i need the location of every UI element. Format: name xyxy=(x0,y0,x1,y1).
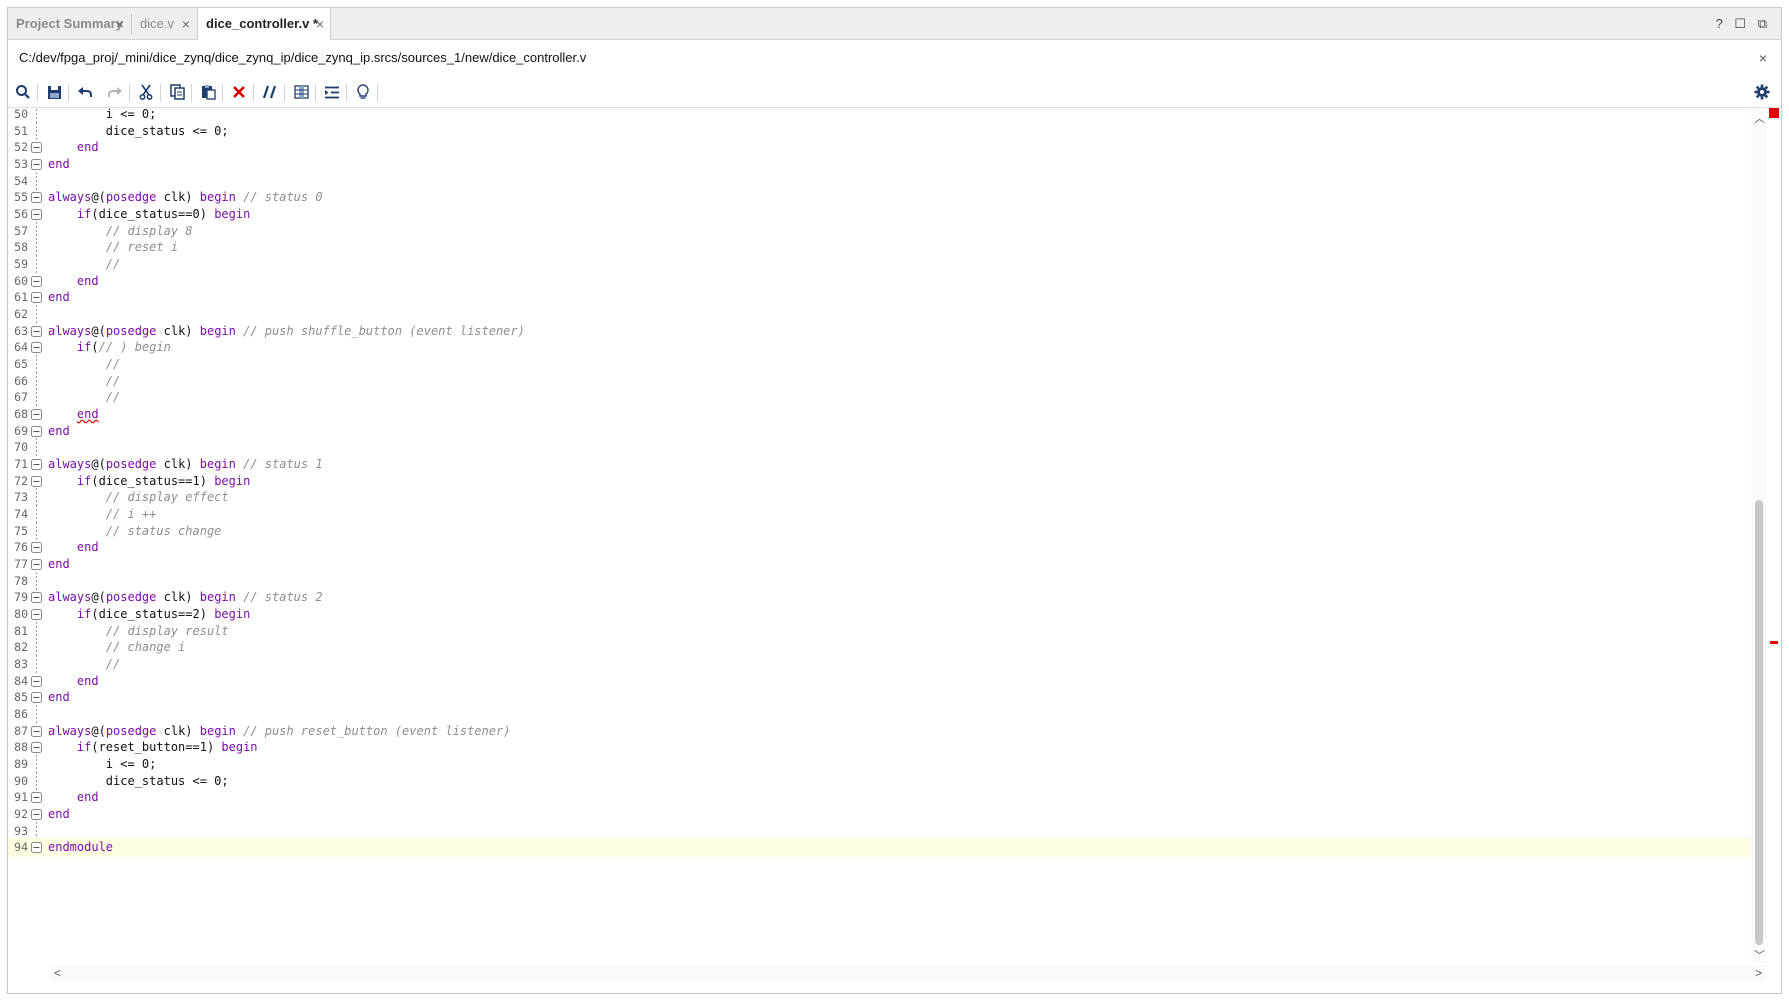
error-line-marker[interactable] xyxy=(1770,641,1778,644)
fold-toggle-icon[interactable] xyxy=(31,159,42,170)
fold-toggle-icon[interactable] xyxy=(31,792,42,804)
toolbar-separator xyxy=(160,84,161,102)
fold-toggle-icon[interactable] xyxy=(31,425,42,437)
toolbar-separator xyxy=(191,84,192,102)
fold-toggle-icon[interactable] xyxy=(31,342,42,354)
save-icon[interactable] xyxy=(43,81,65,103)
toolbar-separator xyxy=(253,84,254,102)
file-path-bar: C:/dev/fpga_proj/_mini/dice_zynq/dice_zy… xyxy=(8,40,1781,76)
scroll-left-icon[interactable]: < xyxy=(54,965,61,981)
fold-toggle-icon[interactable] xyxy=(31,809,42,821)
toolbar-separator xyxy=(222,84,223,102)
toolbar-separator xyxy=(129,84,130,102)
fold-toggle-icon[interactable] xyxy=(31,475,42,487)
toolbar-separator xyxy=(284,84,285,102)
tab-label: Project Summary xyxy=(16,16,123,31)
copy-icon[interactable] xyxy=(166,81,188,103)
scrollbar-thumb[interactable] xyxy=(1755,500,1763,945)
maximize-icon[interactable]: ☐ xyxy=(1734,8,1746,40)
help-icon[interactable]: ? xyxy=(1716,8,1723,40)
tab-dice-v[interactable]: dice.v × xyxy=(132,8,196,40)
fold-toggle-icon[interactable] xyxy=(31,275,42,287)
fold-toggle-icon[interactable] xyxy=(31,675,42,687)
toolbar-separator xyxy=(37,84,38,102)
file-path: C:/dev/fpga_proj/_mini/dice_zynq/dice_zy… xyxy=(19,50,587,65)
tab-dice-controller-v[interactable]: dice_controller.v * × xyxy=(197,8,331,40)
close-icon[interactable]: × xyxy=(316,8,324,40)
fold-toggle-icon[interactable] xyxy=(31,742,42,754)
code-text: endmodule xyxy=(48,840,114,855)
delete-icon[interactable] xyxy=(228,81,250,103)
indent-icon[interactable] xyxy=(321,81,343,103)
toolbar-separator xyxy=(315,84,316,102)
tab-bar: Project Summary × dice.v × dice_controll… xyxy=(8,8,1781,40)
column-select-icon[interactable] xyxy=(290,81,312,103)
toolbar-separator xyxy=(68,84,69,102)
scroll-up-icon[interactable]: ︿ xyxy=(1754,110,1765,126)
window-controls: ? ☐ ⧉ xyxy=(1708,8,1767,40)
cut-icon[interactable] xyxy=(135,81,157,103)
lightbulb-icon[interactable] xyxy=(352,81,374,103)
tab-label: dice_controller.v * xyxy=(206,16,318,31)
editor-window: Project Summary × dice.v × dice_controll… xyxy=(7,7,1782,994)
scroll-right-icon[interactable]: > xyxy=(1755,965,1762,981)
search-icon[interactable] xyxy=(12,81,34,103)
fold-toggle-icon[interactable] xyxy=(31,559,42,571)
tab-project-summary[interactable]: Project Summary × xyxy=(8,8,130,40)
gear-icon[interactable] xyxy=(1751,81,1773,103)
fold-toggle-icon[interactable] xyxy=(31,409,42,421)
close-icon[interactable]: × xyxy=(1759,40,1767,76)
code-line[interactable]: 94 endmodule xyxy=(8,838,1767,858)
scroll-down-icon[interactable]: ﹀ xyxy=(1754,947,1765,963)
fold-toggle-icon[interactable] xyxy=(31,192,42,204)
paste-icon[interactable] xyxy=(197,81,219,103)
vertical-scrollbar[interactable]: ︿ ﹀ xyxy=(1751,108,1767,963)
fold-toggle-icon[interactable] xyxy=(31,692,42,704)
tab-label: dice.v xyxy=(140,16,174,31)
horizontal-scrollbar[interactable]: < > xyxy=(50,965,1766,981)
close-icon[interactable]: × xyxy=(182,8,190,40)
close-icon[interactable]: × xyxy=(116,8,124,40)
toolbar-separator xyxy=(346,84,347,102)
fold-toggle-icon[interactable] xyxy=(31,592,42,604)
line-number: 94 xyxy=(14,840,28,855)
undo-icon[interactable] xyxy=(74,81,96,103)
fold-toggle-icon[interactable] xyxy=(31,725,42,737)
fold-toggle-icon[interactable] xyxy=(31,209,42,221)
fold-toggle-icon[interactable] xyxy=(31,842,42,854)
editor-toolbar xyxy=(8,76,1781,108)
fold-toggle-icon[interactable] xyxy=(31,142,42,154)
redo-icon[interactable] xyxy=(104,81,126,103)
code-editor[interactable]: 50 i <= 0; 51 dice_status <= 0; 52 end 53 en… xyxy=(8,108,1767,963)
detach-icon[interactable]: ⧉ xyxy=(1758,8,1767,40)
comment-icon[interactable] xyxy=(259,81,281,103)
fold-toggle-icon[interactable] xyxy=(31,325,42,337)
fold-toggle-icon[interactable] xyxy=(31,609,42,621)
fold-toggle-icon[interactable] xyxy=(31,292,42,304)
fold-toggle-icon[interactable] xyxy=(31,459,42,471)
error-status-marker[interactable] xyxy=(1769,108,1779,118)
toolbar-separator xyxy=(377,84,378,102)
fold-toggle-icon[interactable] xyxy=(31,542,42,554)
